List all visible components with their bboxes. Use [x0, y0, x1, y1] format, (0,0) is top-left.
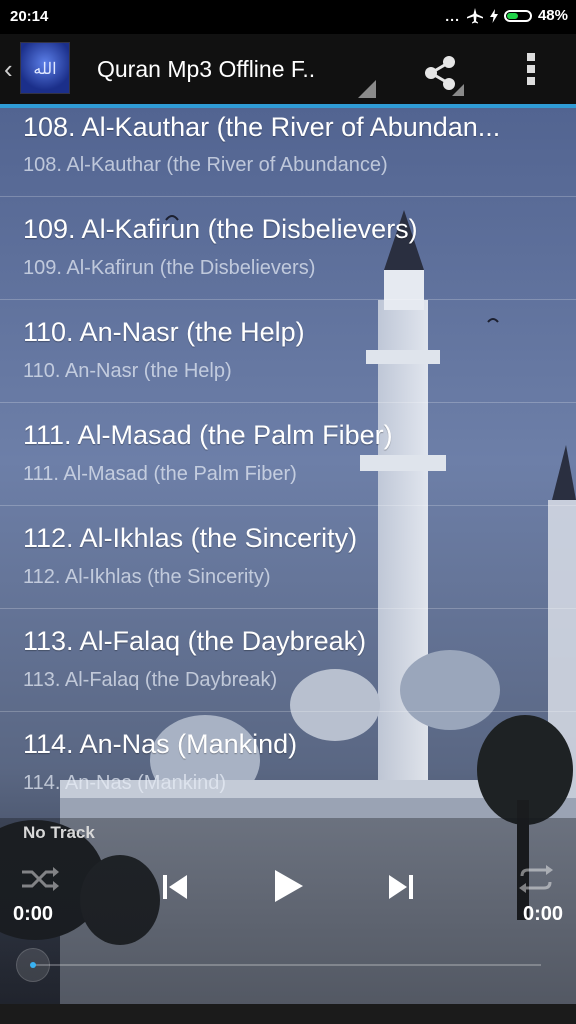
charging-icon — [489, 8, 498, 23]
notification-dots: ... — [445, 7, 460, 24]
elapsed-time: 0:00 — [13, 903, 54, 925]
shuffle-icon[interactable] — [20, 864, 60, 894]
back-chevron-icon[interactable]: ‹ — [4, 54, 13, 85]
action-bar-divider — [0, 104, 576, 108]
track-subtitle: 109. Al-Kafirun (the Disbelievers) — [23, 257, 316, 279]
list-item[interactable]: 110. An-Nasr (the Help) 110. An-Nasr (th… — [0, 300, 576, 403]
track-subtitle: 113. Al-Falaq (the Daybreak) — [23, 669, 278, 691]
track-subtitle: 108. Al-Kauthar (the River of Abundance) — [23, 154, 388, 176]
status-bar: 20:14 ... 48% — [0, 0, 576, 34]
repeat-icon[interactable] — [516, 864, 556, 894]
play-icon[interactable] — [270, 868, 306, 904]
overflow-dot-icon — [527, 77, 535, 85]
track-subtitle: 110. An-Nasr (the Help) — [23, 360, 232, 382]
track-title: 109. Al-Kafirun (the Disbelievers) — [23, 214, 418, 244]
overflow-dot-icon — [527, 53, 535, 61]
track-title: 110. An-Nasr (the Help) — [23, 317, 305, 347]
app-logo[interactable]: الله — [20, 42, 70, 94]
list-item[interactable]: 114. An-Nas (Mankind) 114. An-Nas (Manki… — [0, 712, 576, 815]
battery-percent: 48% — [537, 7, 568, 24]
seek-bar[interactable] — [33, 964, 541, 966]
app-logo-text: الله — [33, 58, 57, 78]
list-item[interactable]: 109. Al-Kafirun (the Disbelievers) 109. … — [0, 197, 576, 300]
bottom-edge — [0, 1004, 576, 1024]
battery-level — [506, 12, 518, 19]
list-item[interactable]: 108. Al-Kauthar (the River of Abundan...… — [0, 94, 576, 197]
track-subtitle: 112. Al-Ikhlas (the Sincerity) — [23, 566, 271, 588]
previous-icon[interactable] — [160, 872, 190, 902]
track-subtitle: 114. An-Nas (Mankind) — [23, 772, 227, 794]
track-title: 113. Al-Falaq (the Daybreak) — [23, 626, 367, 656]
track-title: 112. Al-Ikhlas (the Sincerity) — [23, 523, 358, 553]
next-icon[interactable] — [386, 872, 416, 902]
track-title: 114. An-Nas (Mankind) — [23, 729, 298, 759]
list-item[interactable]: 112. Al-Ikhlas (the Sincerity) 112. Al-I… — [0, 506, 576, 609]
clock: 20:14 — [10, 8, 49, 25]
overflow-menu-icon[interactable] — [518, 50, 544, 90]
seek-thumb[interactable] — [16, 948, 50, 982]
spinner-indicator-icon — [358, 80, 376, 98]
now-playing-label: No Track — [23, 823, 95, 842]
list-item[interactable]: 113. Al-Falaq (the Daybreak) 113. Al-Fal… — [0, 609, 576, 712]
airplane-icon — [466, 7, 483, 23]
player-panel: No Track 0:00 0:00 — [0, 818, 576, 1024]
share-submenu-indicator-icon — [452, 84, 464, 96]
track-title: 108. Al-Kauthar (the River of Abundan... — [23, 112, 501, 142]
app-title[interactable]: Quran Mp3 Offline F.. — [97, 56, 315, 83]
status-icons: ... 48% — [445, 7, 568, 24]
action-bar: ‹ الله Quran Mp3 Offline F.. — [0, 34, 576, 106]
overflow-dot-icon — [527, 65, 535, 73]
list-item[interactable]: 111. Al-Masad (the Palm Fiber) 111. Al-M… — [0, 403, 576, 506]
track-title: 111. Al-Masad (the Palm Fiber) — [23, 420, 393, 450]
battery-icon — [503, 9, 532, 22]
total-time: 0:00 — [522, 903, 563, 925]
track-subtitle: 111. Al-Masad (the Palm Fiber) — [23, 463, 297, 485]
